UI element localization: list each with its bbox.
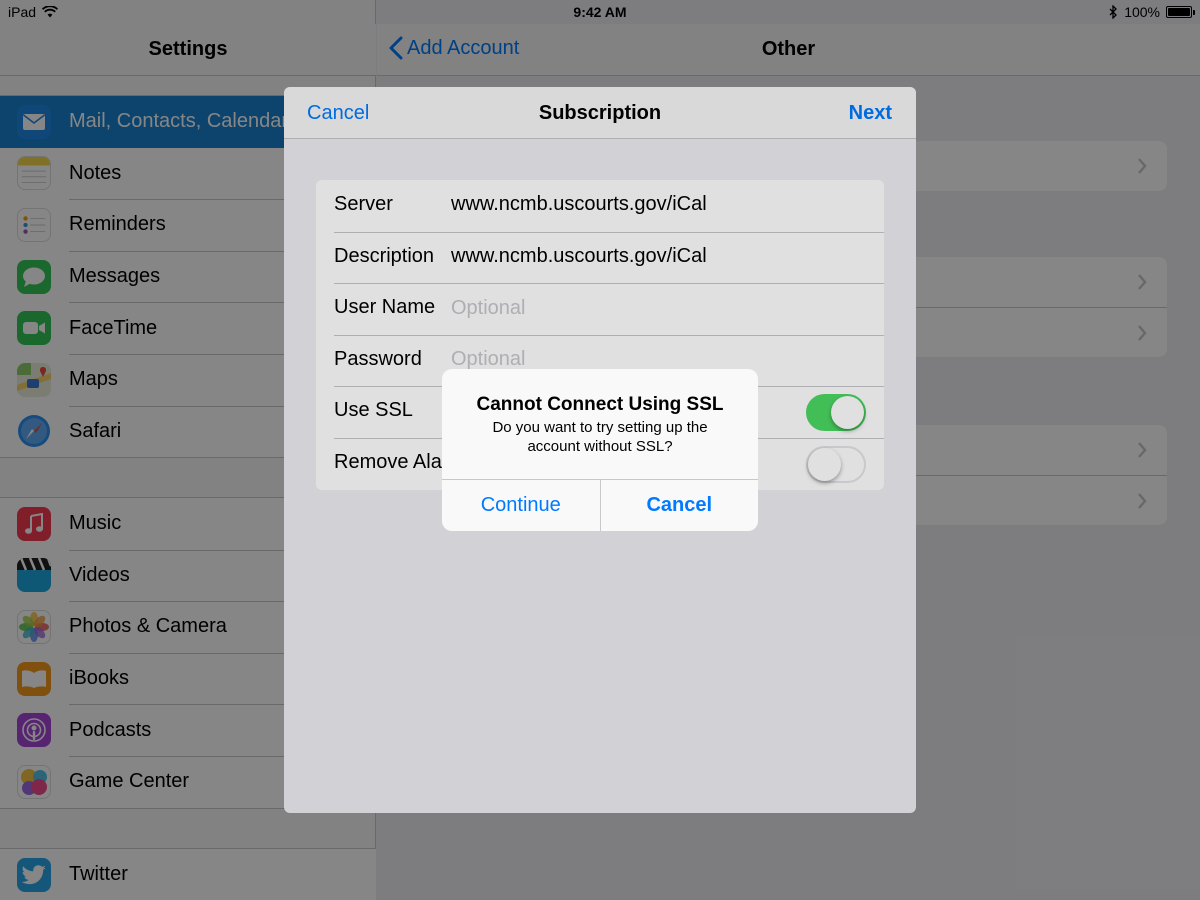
bluetooth-icon	[1109, 5, 1118, 19]
alert-message: Do you want to try setting up the accoun…	[492, 419, 708, 455]
battery-percent: 100%	[1124, 4, 1160, 20]
ssl-alert-dialog: Cannot Connect Using SSL Do you want to …	[442, 369, 758, 531]
battery-icon	[1166, 6, 1195, 18]
continue-button[interactable]: Continue	[442, 480, 600, 531]
status-bar: iPad 9:42 AM 100%	[0, 0, 1200, 24]
alert-buttons: Continue Cancel	[442, 479, 758, 531]
clock: 9:42 AM	[573, 4, 627, 20]
alert-cancel-button[interactable]: Cancel	[599, 480, 759, 531]
alert-title: Cannot Connect Using SSL	[476, 394, 724, 415]
